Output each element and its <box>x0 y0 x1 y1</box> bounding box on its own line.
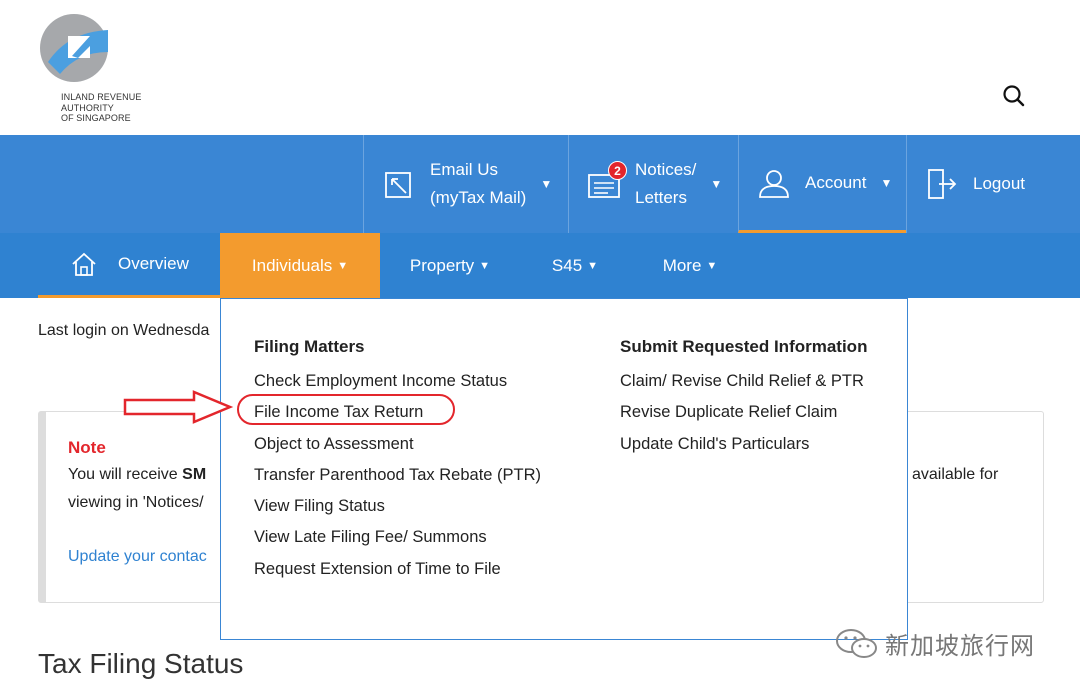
iras-logo-icon <box>40 14 108 82</box>
email-us-line2: (myTax Mail) <box>430 188 527 207</box>
nav-property-label: Property <box>409 255 475 275</box>
iras-logo[interactable]: INLAND REVENUE AUTHORITY OF SINGAPORE <box>38 12 148 130</box>
note-text-line2: viewing in 'Notices/ <box>68 494 204 511</box>
chevron-down-icon: ▼ <box>337 259 349 272</box>
nav-more[interactable]: More ▼ <box>630 233 750 298</box>
nav-individuals[interactable]: Individuals ▼ <box>220 233 380 298</box>
annotation-highlight-ellipse <box>237 394 455 425</box>
logout-icon <box>925 167 959 201</box>
notices-label: Notices/ Letters <box>635 156 696 212</box>
search-icon[interactable] <box>1000 82 1028 110</box>
notices-line2: Letters <box>635 188 687 207</box>
watermark-text: 新加坡旅行网 <box>885 632 1035 660</box>
chevron-down-icon: ▼ <box>710 177 723 191</box>
notification-badge: 2 <box>608 161 627 180</box>
notices-line1: Notices/ <box>635 160 697 179</box>
nav-s45[interactable]: S45 ▼ <box>520 233 630 298</box>
menu-item-object-to-assessment[interactable]: Object to Assessment <box>254 432 541 463</box>
chevron-down-icon: ▼ <box>587 259 599 272</box>
menu-item-transfer-ptr[interactable]: Transfer Parenthood Tax Rebate (PTR) <box>254 463 541 494</box>
logo-text: INLAND REVENUE AUTHORITY OF SINGAPORE <box>61 92 141 124</box>
user-icon <box>757 166 791 200</box>
main-nav: Overview Individuals ▼ Property ▼ S45 ▼ … <box>0 233 1080 298</box>
chevron-down-icon: ▼ <box>880 175 893 190</box>
page-title: Tax Filing Status <box>38 648 244 679</box>
account-button[interactable]: Account ▼ <box>738 135 906 233</box>
account-label: Account <box>805 172 867 192</box>
home-icon <box>72 252 96 276</box>
submit-info-heading: Submit Requested Information <box>620 337 868 356</box>
note-text-right: available for <box>912 466 999 483</box>
watermark: 新加坡旅行网 <box>835 626 1035 661</box>
menu-item-request-extension[interactable]: Request Extension of Time to File <box>254 557 541 588</box>
individuals-dropdown-menu: Filing Matters Check Employment Income S… <box>220 298 908 640</box>
chevron-down-icon: ▼ <box>479 259 491 272</box>
email-us-button[interactable]: Email Us (myTax Mail) ▼ <box>363 135 568 233</box>
note-text-bold: SM <box>182 466 207 483</box>
site-header: INLAND REVENUE AUTHORITY OF SINGAPORE <box>0 0 1080 135</box>
mail-icon <box>382 167 416 201</box>
menu-item-claim-child-relief[interactable]: Claim/ Revise Child Relief & PTR <box>620 369 867 400</box>
note-text: You will receive SM <box>68 466 206 484</box>
menu-item-revise-duplicate-relief[interactable]: Revise Duplicate Relief Claim <box>620 400 867 431</box>
nav-s45-label: S45 <box>551 255 583 275</box>
filing-matters-column: Filing Matters Check Employment Income S… <box>254 337 541 588</box>
submit-info-column: Submit Requested Information Claim/ Revi… <box>620 337 867 463</box>
utility-bar: Email Us (myTax Mail) ▼ 2 Notices/ Lette… <box>0 135 1080 233</box>
logout-button[interactable]: Logout <box>906 135 1080 233</box>
email-us-line1: Email Us <box>430 160 499 179</box>
logout-label: Logout <box>973 174 1025 193</box>
notices-letters-button[interactable]: 2 Notices/ Letters ▼ <box>568 135 738 233</box>
nav-overview-label: Overview <box>118 254 189 273</box>
menu-item-update-child-particulars[interactable]: Update Child's Particulars <box>620 432 867 463</box>
note-title: Note <box>68 438 106 457</box>
nav-individuals-label: Individuals <box>251 255 333 275</box>
notices-icon: 2 <box>587 161 627 201</box>
note-text-prefix: You will receive <box>68 466 183 483</box>
annotation-arrow-icon <box>123 390 234 424</box>
logo-text-line: OF SINGAPORE <box>61 113 131 123</box>
chevron-down-icon: ▼ <box>706 259 718 272</box>
email-us-label: Email Us (myTax Mail) <box>430 156 526 212</box>
last-login-text: Last login on Wednesda <box>38 322 210 339</box>
menu-item-view-filing-status[interactable]: View Filing Status <box>254 494 541 525</box>
nav-overview[interactable]: Overview <box>38 233 220 298</box>
nav-property[interactable]: Property ▼ <box>380 233 520 298</box>
wechat-icon <box>836 628 877 658</box>
nav-more-label: More <box>662 255 702 275</box>
chevron-down-icon: ▼ <box>540 177 553 191</box>
logo-text-line: AUTHORITY <box>61 102 114 113</box>
menu-item-view-late-filing-fee[interactable]: View Late Filing Fee/ Summons <box>254 525 541 556</box>
filing-matters-heading: Filing Matters <box>254 337 365 356</box>
update-contact-link[interactable]: Update your contac <box>68 548 207 566</box>
logo-text-line: INLAND REVENUE <box>61 92 142 102</box>
